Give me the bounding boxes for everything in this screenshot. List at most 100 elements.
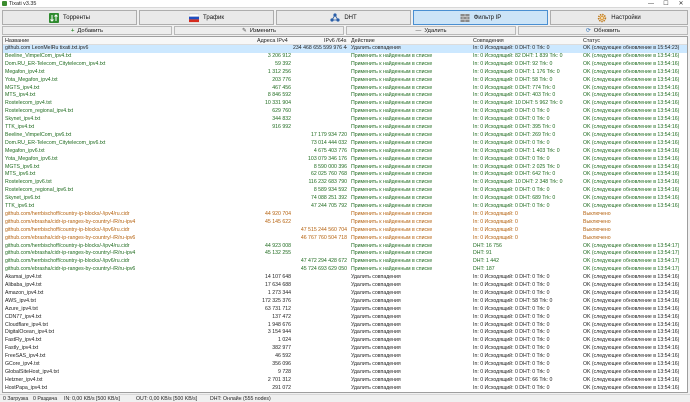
table-row[interactable]: Rostelecom_regional_ipv6.txt 8 589 934 59… <box>3 187 687 195</box>
table-row[interactable]: Rostelecom_regional_ipv4.txt 629 760 Приме… <box>3 108 687 116</box>
column-header-action[interactable]: Действие <box>351 38 375 44</box>
table-row[interactable]: github.com/herrbischoff/country-ip-block… <box>3 211 687 219</box>
table-row[interactable]: TTK_ipv4.txt 916 992 Применить к найденным… <box>3 124 687 132</box>
table-row[interactable]: CDN77_ipv4.txt 137 472 Удалить совпадения I… <box>3 314 687 322</box>
table-row[interactable]: MTS_ipv6.txt 62 025 760 768 Применить к на… <box>3 171 687 179</box>
minimize-button[interactable]: — <box>644 0 658 8</box>
row-ipv6: 4 675 403 776 <box>313 147 347 154</box>
row-status: OK (следующее обновление в 13:54:16) <box>583 376 680 383</box>
row-status: OK (следующее обновление в 13:54:16) <box>583 274 680 281</box>
row-ipv6: 8 589 934 592 <box>313 187 347 194</box>
column-header-ipv4[interactable]: Адреса IPv4 <box>257 38 288 44</box>
table-row[interactable]: GlobalSiteHost_ipv4.txt 9 728 Удалить совп… <box>3 369 687 377</box>
table-row[interactable]: FastFly_ipv4.txt 1 024 Удалить совпадения I… <box>3 337 687 345</box>
tab-torrents-label: Торренты <box>63 14 90 21</box>
table-row[interactable]: Beeline_VimpelCom_ipv6.txt 17 179 934 720… <box>3 132 687 140</box>
column-header-name[interactable]: Название <box>5 38 29 44</box>
tab-traffic[interactable]: Трафик <box>139 10 274 25</box>
row-status: OK (следующее обновление в 13:54:16) <box>583 305 680 312</box>
tab-ip-filter[interactable]: Фильтр IP <box>413 10 548 25</box>
row-name: github.com/ebrasha/cidr-ip-ranges-by-cou… <box>5 250 136 257</box>
row-action: Применить к найденным в списке <box>351 226 433 233</box>
plus-icon: + <box>70 27 75 34</box>
table-row[interactable]: HostPapa_ipv4.txt 291 072 Удалить совпаден… <box>3 385 687 392</box>
row-status: OK (следующее обновление в 13:54:16) <box>583 147 680 154</box>
row-action: Применить к найденным в списке <box>351 68 433 75</box>
app-window: Tixati v3.35 — ☐ ✕ Торренты Трафик DHT Ф… <box>0 0 690 402</box>
row-status: OK (следующее обновление в 13:54:16) <box>583 100 680 107</box>
table-row[interactable]: DigitalOcean_ipv4.txt 3 154 944 Удалить со… <box>3 329 687 337</box>
row-action: Удалить совпадения <box>351 305 401 312</box>
table-row[interactable]: MGTS_ipv6.txt 8 590 000 396 Применить к на… <box>3 164 687 172</box>
table-row[interactable]: Rostelecom_ipv6.txt 116 232 683 790 Примен… <box>3 179 687 187</box>
table-row[interactable]: github.com LeonMelRu tixati.txt.ipv6 234 … <box>3 45 687 53</box>
row-status: OK (следующее обновление в 15:54:23) <box>583 45 680 51</box>
row-name: github.com/ebrasha/cidr-ip-ranges-by-cou… <box>5 234 136 241</box>
column-header-ipv6[interactable]: IPv6 /64s <box>324 38 346 44</box>
row-name: Fastly_ipv4.txt <box>5 345 39 352</box>
row-ipv4: 9 728 <box>278 368 291 375</box>
table-row[interactable]: Skynet_ipv6.txt 74 088 251 392 Применить к… <box>3 195 687 203</box>
table-row[interactable]: github.com/ebrasha/cidr-ip-ranges-by-cou… <box>3 235 687 243</box>
maximize-button[interactable]: ☐ <box>659 0 673 8</box>
tab-settings[interactable]: Настройки <box>550 10 688 25</box>
ip-filter-list[interactable]: Название Адреса IPv4 IPv6 /64s Действие … <box>2 36 688 393</box>
row-name: Azure_ipv4.txt <box>5 305 38 312</box>
row-name: github.com/ebrasha/cidr-ip-ranges-by-cou… <box>5 218 136 225</box>
table-row[interactable]: MTS_ipv4.txt 8 846 592 Применить к найденн… <box>3 92 687 100</box>
table-row[interactable]: GCore_ipv4.txt 356 096 Удалить совпадения I… <box>3 361 687 369</box>
table-row[interactable]: AWS_ipv4.txt 172 325 376 Удалить совпадени… <box>3 298 687 306</box>
delete-button[interactable]: — Удалить <box>346 26 516 35</box>
table-row[interactable]: MGTS_ipv4.txt 467 456 Применить к найденны… <box>3 85 687 93</box>
table-row[interactable]: Megafon_ipv4.txt 1 312 256 Применить к най… <box>3 69 687 77</box>
table-row[interactable]: Hetzner_ipv4.txt 2 701 312 Удалить совпаде… <box>3 377 687 385</box>
update-button[interactable]: ⟳ Обновить <box>518 26 688 35</box>
table-row[interactable]: github.com/ebrasha/cidr-ip-ranges-by-cou… <box>3 250 687 258</box>
row-action: Удалить совпадения <box>351 376 401 383</box>
row-name: Rostelecom_ipv6.txt <box>5 179 52 186</box>
table-row[interactable]: Skynet_ipv4.txt 344 832 Применить к найден… <box>3 116 687 124</box>
row-matches: In: 0 Исходящий: 0 DHT: 0 Trk: 0 <box>473 329 550 336</box>
table-row[interactable]: Alibaba_ipv4.txt 17 634 688 Удалить совпад… <box>3 282 687 290</box>
table-row[interactable]: Cloudflare_ipv4.txt 1 948 676 Удалить совп… <box>3 322 687 330</box>
minus-icon: — <box>415 27 422 34</box>
row-matches: In: 0 Исходящий: 0 DHT: 92 Trk: 0 <box>473 60 553 67</box>
edit-button[interactable]: ✎ Изменить <box>174 26 344 35</box>
table-row[interactable]: github.com/herrbischoff/country-ip-block… <box>3 227 687 235</box>
table-row[interactable]: Yota_Megafon_ipv4.txt 203 776 Применить к … <box>3 77 687 85</box>
row-action: Удалить совпадения <box>351 337 401 344</box>
add-button[interactable]: + Добавить <box>2 26 172 35</box>
table-row[interactable]: Megafon_ipv6.txt 4 675 403 776 Применить к… <box>3 148 687 156</box>
table-row[interactable]: github.com/ebrasha/cidr-ip-ranges-by-cou… <box>3 219 687 227</box>
column-header-status[interactable]: Статус <box>583 38 600 44</box>
table-row[interactable]: FreeSAS_ipv4.txt 46 592 Удалить совпадения… <box>3 353 687 361</box>
row-ipv6: 103 079 346 176 <box>308 155 347 162</box>
table-row[interactable]: github.com/herrbischoff/country-ip-block… <box>3 258 687 266</box>
row-status: OK (следующее обновление в 13:54:17) <box>583 250 680 257</box>
close-button[interactable]: ✕ <box>674 0 688 8</box>
incoming-rate: IN: 0,00 KB/s [500 KB/s] <box>64 396 120 402</box>
row-ipv6: 45 724 693 629 050 <box>300 266 347 273</box>
table-row[interactable]: Azure_ipv4.txt 63 731 712 Удалить совпаден… <box>3 306 687 314</box>
table-row[interactable]: Rostelecom_ipv4.txt 10 331 904 Применить к… <box>3 100 687 108</box>
table-row[interactable]: Beeline_VimpelCom_ipv4.txt 3 206 912 Приме… <box>3 53 687 61</box>
refresh-icon: ⟳ <box>585 27 591 34</box>
table-row[interactable]: github.com/herrbischoff/country-ip-block… <box>3 243 687 251</box>
table-row[interactable]: github.com/ebrasha/cidr-ip-ranges-by-cou… <box>3 266 687 274</box>
table-row[interactable]: Dom.RU_ER-Telecom_Citytelecom_ipv4.txt 59… <box>3 61 687 69</box>
pencil-icon: ✎ <box>241 27 247 34</box>
row-ipv4: 1 024 <box>278 337 291 344</box>
tab-torrents[interactable]: Торренты <box>2 10 137 25</box>
row-name: FastFly_ipv4.txt <box>5 337 42 344</box>
table-row[interactable]: TTK_ipv6.txt 47 244 705 792 Применить к на… <box>3 203 687 211</box>
row-name: DigitalOcean_ipv4.txt <box>5 329 55 336</box>
table-row[interactable]: Yota_Megafon_ipv6.txt 103 079 346 176 Прим… <box>3 156 687 164</box>
column-header-matches[interactable]: Совпадения <box>473 38 504 44</box>
table-row[interactable]: Dom.RU_ER-Telecom_Citytelecom_ipv6.txt 73… <box>3 140 687 148</box>
table-row[interactable]: Amazon_ipv4.txt 1 273 344 Удалить совпаден… <box>3 290 687 298</box>
table-row[interactable]: Akamai_ipv4.txt 14 107 648 Удалить совпаде… <box>3 274 687 282</box>
row-action: Применить к найденным в списке <box>351 155 433 162</box>
tab-dht[interactable]: DHT <box>276 10 411 25</box>
table-row[interactable]: Fastly_ipv4.txt 382 977 Удалить совпадения… <box>3 345 687 353</box>
row-matches: In: 0 Исходящий: 0 DHT: 0 Trk: 0 <box>473 203 550 209</box>
